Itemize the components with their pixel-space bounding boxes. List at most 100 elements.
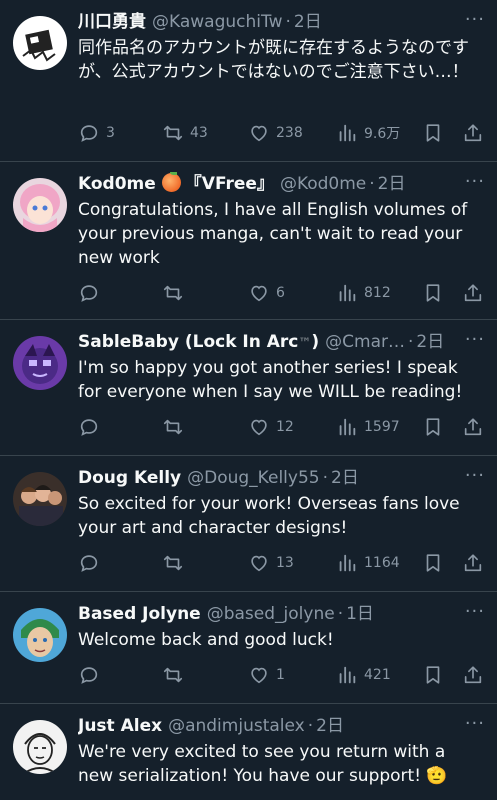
like-button[interactable]: 1 — [248, 660, 285, 690]
retweet-button[interactable] — [162, 278, 190, 308]
share-button[interactable] — [462, 118, 484, 148]
avatar[interactable] — [13, 16, 67, 70]
reply-icon — [80, 419, 98, 436]
reply-button[interactable] — [78, 278, 106, 308]
views-count: 1597 — [364, 419, 400, 435]
like-count: 238 — [276, 125, 303, 141]
display-name[interactable]: Based Jolyne — [78, 602, 201, 626]
retweet-icon — [163, 667, 183, 683]
bookmark-button[interactable] — [422, 660, 444, 690]
tweet[interactable]: Based Jolyne @based_jolyne · 1日 Welcome … — [0, 592, 497, 704]
display-name[interactable]: Kod0me 『VFree』 — [78, 172, 274, 196]
bookmark-icon — [426, 284, 440, 302]
reply-button[interactable] — [78, 660, 106, 690]
retweet-button[interactable] — [162, 660, 190, 690]
bookmark-button[interactable] — [422, 548, 444, 578]
bookmark-icon — [426, 666, 440, 684]
retweet-button[interactable] — [162, 548, 190, 578]
avatar[interactable] — [13, 336, 67, 390]
like-button[interactable]: 6 — [248, 278, 285, 308]
bookmark-button[interactable] — [422, 278, 444, 308]
more-options-icon[interactable]: ··· — [465, 466, 485, 486]
retweet-button[interactable] — [162, 412, 190, 442]
bookmark-icon — [426, 124, 440, 142]
avatar[interactable] — [13, 178, 67, 232]
views-icon — [339, 124, 356, 142]
display-name[interactable]: SableBaby (Lock In Arc™) — [78, 330, 319, 354]
more-options-icon[interactable]: ··· — [465, 602, 485, 622]
bookmark-button[interactable] — [422, 412, 444, 442]
tweet[interactable]: Doug Kelly @Doug_Kelly55 · 2日 So excited… — [0, 456, 497, 592]
like-count: 6 — [276, 285, 285, 301]
avatar[interactable] — [13, 472, 67, 526]
timestamp[interactable]: 2日 — [331, 466, 359, 490]
retweet-icon — [163, 125, 183, 141]
separator-dot: · — [337, 604, 344, 624]
user-handle[interactable]: @Kod0me — [280, 172, 366, 196]
user-handle[interactable]: @Cmar… — [325, 330, 405, 354]
share-icon — [464, 124, 482, 142]
avatar[interactable] — [13, 608, 67, 662]
like-button[interactable]: 238 — [248, 118, 303, 148]
share-button[interactable] — [462, 548, 484, 578]
share-button[interactable] — [462, 660, 484, 690]
share-button[interactable] — [462, 278, 484, 308]
views-button[interactable]: 1597 — [336, 412, 400, 442]
reply-button[interactable] — [78, 412, 106, 442]
separator-dot: · — [307, 716, 314, 736]
reply-icon — [80, 555, 98, 572]
reply-icon — [80, 667, 98, 684]
user-handle[interactable]: @andimjustalex — [168, 714, 305, 738]
action-bar: 6 812 — [78, 278, 487, 308]
share-icon — [464, 666, 482, 684]
tweet-header: SableBaby (Lock In Arc™) @Cmar… · 2日 — [78, 330, 487, 354]
share-icon — [464, 554, 482, 572]
more-options-icon[interactable]: ··· — [465, 714, 485, 734]
timestamp[interactable]: 1日 — [346, 602, 374, 626]
timestamp[interactable]: 2日 — [316, 714, 344, 738]
like-button[interactable]: 13 — [248, 548, 294, 578]
views-count: 1164 — [364, 555, 400, 571]
action-bar: 3 43 238 9.6万 — [78, 118, 487, 148]
retweet-button[interactable]: 43 — [162, 118, 208, 148]
reply-button[interactable] — [78, 548, 106, 578]
views-icon — [339, 418, 356, 436]
retweet-icon — [163, 419, 183, 435]
reply-button[interactable]: 3 — [78, 118, 115, 148]
display-name[interactable]: Just Alex — [78, 714, 162, 738]
tweet[interactable]: SableBaby (Lock In Arc™) @Cmar… · 2日 I'm… — [0, 320, 497, 456]
tweet[interactable]: Kod0me 『VFree』 @Kod0me · 2日 Congratulatio… — [0, 162, 497, 320]
tweet[interactable]: Just Alex @andimjustalex · 2日 We're very… — [0, 704, 497, 800]
display-name[interactable]: Doug Kelly — [78, 466, 181, 490]
action-bar: 13 1164 — [78, 548, 487, 578]
avatar[interactable] — [13, 720, 67, 774]
user-handle[interactable]: @based_jolyne — [207, 602, 335, 626]
bookmark-button[interactable] — [422, 118, 444, 148]
display-name[interactable]: 川口勇貴 — [78, 10, 146, 34]
separator-dot: · — [369, 174, 375, 194]
views-button[interactable]: 421 — [336, 660, 391, 690]
views-count: 9.6万 — [364, 126, 401, 142]
user-handle[interactable]: @Doug_Kelly55 — [187, 466, 319, 490]
views-button[interactable]: 812 — [336, 278, 391, 308]
timestamp[interactable]: 2日 — [294, 10, 322, 34]
share-button[interactable] — [462, 412, 484, 442]
like-button[interactable]: 12 — [248, 412, 294, 442]
views-button[interactable]: 1164 — [336, 548, 400, 578]
retweet-count: 43 — [190, 125, 208, 141]
timestamp[interactable]: 2日 — [416, 330, 444, 354]
user-handle[interactable]: @KawaguchiTw — [152, 10, 282, 34]
more-options-icon[interactable]: ··· — [465, 172, 485, 192]
tweet[interactable]: 川口勇貴 @KawaguchiTw · 2日 同作品名のアカウントが既に存在する… — [0, 0, 497, 162]
reply-icon — [80, 285, 98, 302]
views-icon — [339, 284, 356, 302]
views-count: 812 — [364, 285, 391, 301]
more-options-icon[interactable]: ··· — [465, 10, 485, 30]
like-icon — [251, 419, 267, 436]
reply-icon — [80, 125, 98, 142]
views-button[interactable]: 9.6万 — [336, 118, 400, 148]
more-options-icon[interactable]: ··· — [465, 330, 485, 350]
tweet-text: 同作品名のアカウントが既に存在するようなのですが、公式アカウントではないのでご注… — [78, 38, 469, 82]
timestamp[interactable]: 2日 — [378, 172, 406, 196]
bookmark-icon — [426, 554, 440, 572]
